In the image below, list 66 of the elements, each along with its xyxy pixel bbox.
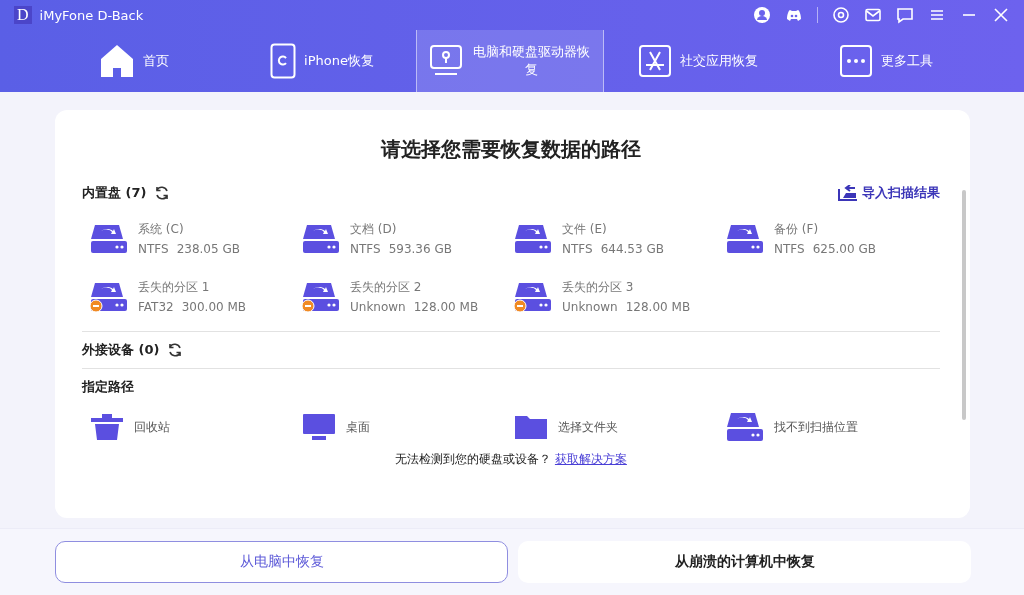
lost-partition-drive-icon xyxy=(90,281,128,313)
user-icon[interactable] xyxy=(753,6,771,24)
hard-drive-icon xyxy=(726,223,764,255)
nav-tab[interactable]: 更多工具 xyxy=(792,30,980,92)
page-heading: 请选择您需要恢复数据的路径 xyxy=(379,136,642,163)
drive-size: 128.00 MB xyxy=(625,300,691,314)
drive-size: 644.53 GB xyxy=(600,242,664,256)
import-scan-results-button[interactable]: 导入扫描结果 xyxy=(838,184,940,202)
file-system: FAT32 xyxy=(138,300,174,314)
close-icon[interactable] xyxy=(992,6,1010,24)
section-label: 外接设备 (0) xyxy=(82,341,160,359)
lost-partition-drive-icon xyxy=(302,281,340,313)
drive-name[interactable]: 文件 (E) xyxy=(562,219,672,239)
mode-button[interactable]: 从电脑中恢复 xyxy=(55,541,508,583)
help-text: 无法检测到您的硬盘或设备？ 获取解决方案 xyxy=(394,451,628,468)
folder-icon xyxy=(514,413,548,441)
nav-tab[interactable]: 社交应用恢复 xyxy=(604,30,792,92)
scrollbar[interactable] xyxy=(962,190,966,420)
hard-drive-icon xyxy=(90,223,128,255)
file-system: Unknown xyxy=(350,300,406,314)
section-label: 内置盘 (7) xyxy=(82,184,147,202)
file-system: NTFS xyxy=(138,242,169,256)
drive-size: 300.00 MB xyxy=(181,300,247,314)
drive-name[interactable]: 丢失的分区 1 xyxy=(138,277,255,297)
path-label[interactable]: 桌面 xyxy=(346,418,370,436)
drive-size: 238.05 GB xyxy=(176,242,240,256)
lost-partition-drive-icon xyxy=(514,281,552,313)
mode-button[interactable]: 从崩溃的计算机中恢复 xyxy=(518,541,971,583)
monitor-icon xyxy=(429,44,463,78)
file-system: NTFS xyxy=(774,242,805,256)
file-system: NTFS xyxy=(350,242,381,256)
path-label[interactable]: 回收站 xyxy=(134,418,170,436)
hard-drive-icon xyxy=(302,223,340,255)
window-title: iMyFone D-Back xyxy=(39,7,145,23)
app-store-icon xyxy=(638,44,672,78)
mail-icon[interactable] xyxy=(864,6,882,24)
file-system: Unknown xyxy=(562,300,618,314)
drive-size: 128.00 MB xyxy=(413,300,479,314)
refresh-icon[interactable] xyxy=(154,185,171,201)
file-system: NTFS xyxy=(562,242,593,256)
nav-tab[interactable]: 首页 xyxy=(40,30,228,92)
section-label: 指定路径 xyxy=(82,378,134,396)
drive-name[interactable]: 丢失的分区 2 xyxy=(350,277,487,297)
refresh-icon[interactable] xyxy=(167,342,184,358)
drive-size: 593.36 GB xyxy=(388,242,452,256)
target-icon[interactable] xyxy=(832,6,850,24)
import-icon xyxy=(838,185,858,201)
hard-drive-icon xyxy=(726,411,764,443)
drive-name[interactable]: 系统 (C) xyxy=(138,219,248,239)
nav-tab[interactable]: iPhone恢复 xyxy=(228,30,416,92)
home-icon xyxy=(99,43,135,79)
trash-icon xyxy=(90,413,124,441)
monitor-icon xyxy=(302,413,336,441)
phone-icon xyxy=(270,43,297,79)
nav-tab[interactable]: 电脑和硬盘驱动器恢复 xyxy=(416,30,604,92)
drive-name[interactable]: 备份 (F) xyxy=(774,219,884,239)
solution-link[interactable]: 获取解决方案 xyxy=(554,452,627,466)
drive-size: 625.00 GB xyxy=(812,242,876,256)
app-logo: D xyxy=(14,6,32,24)
hard-drive-icon xyxy=(514,223,552,255)
more-icon xyxy=(839,44,873,78)
path-label[interactable]: 找不到扫描位置 xyxy=(774,418,858,436)
path-label[interactable]: 选择文件夹 xyxy=(558,418,618,436)
drive-name[interactable]: 文档 (D) xyxy=(350,219,460,239)
drive-name[interactable]: 丢失的分区 3 xyxy=(562,277,699,297)
chat-icon[interactable] xyxy=(896,6,914,24)
